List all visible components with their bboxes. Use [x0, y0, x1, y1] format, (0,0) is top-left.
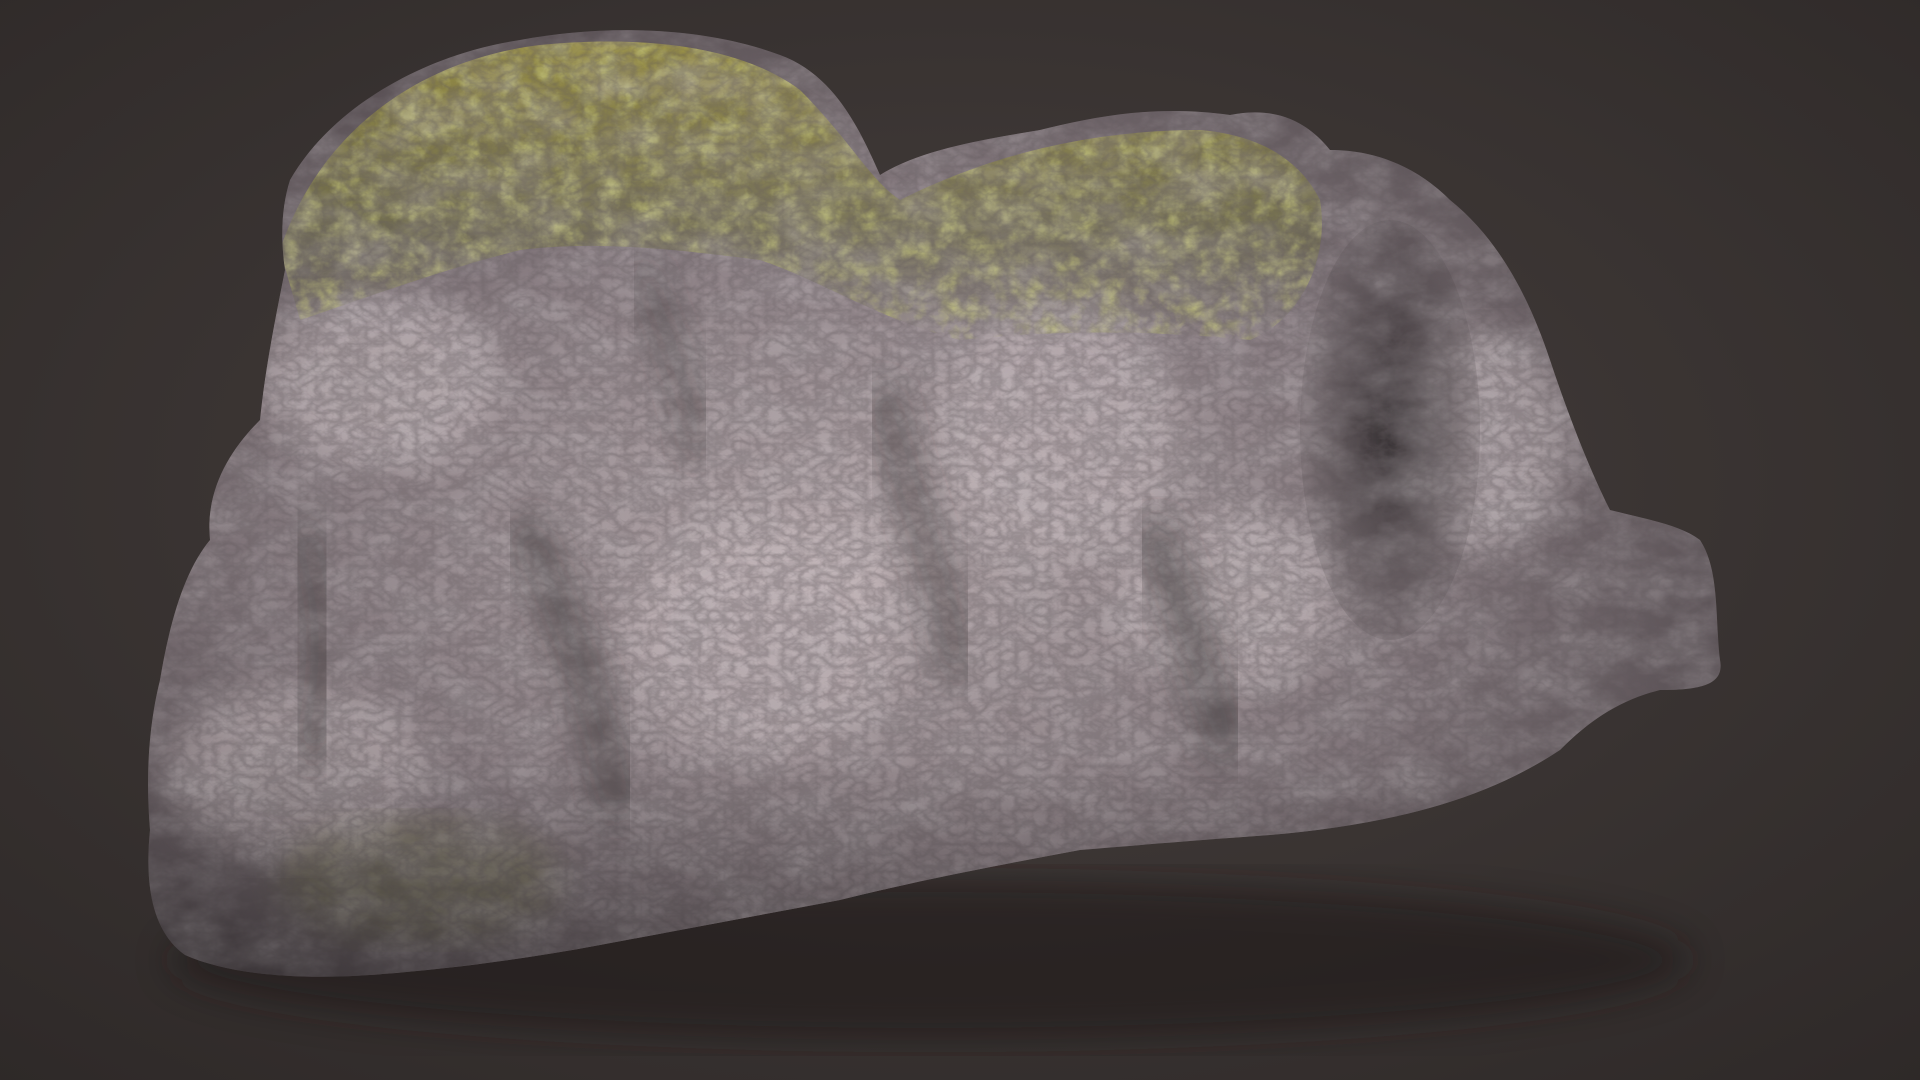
3d-model-viewport[interactable] [0, 0, 1920, 1080]
rock-model-render [0, 0, 1920, 1080]
